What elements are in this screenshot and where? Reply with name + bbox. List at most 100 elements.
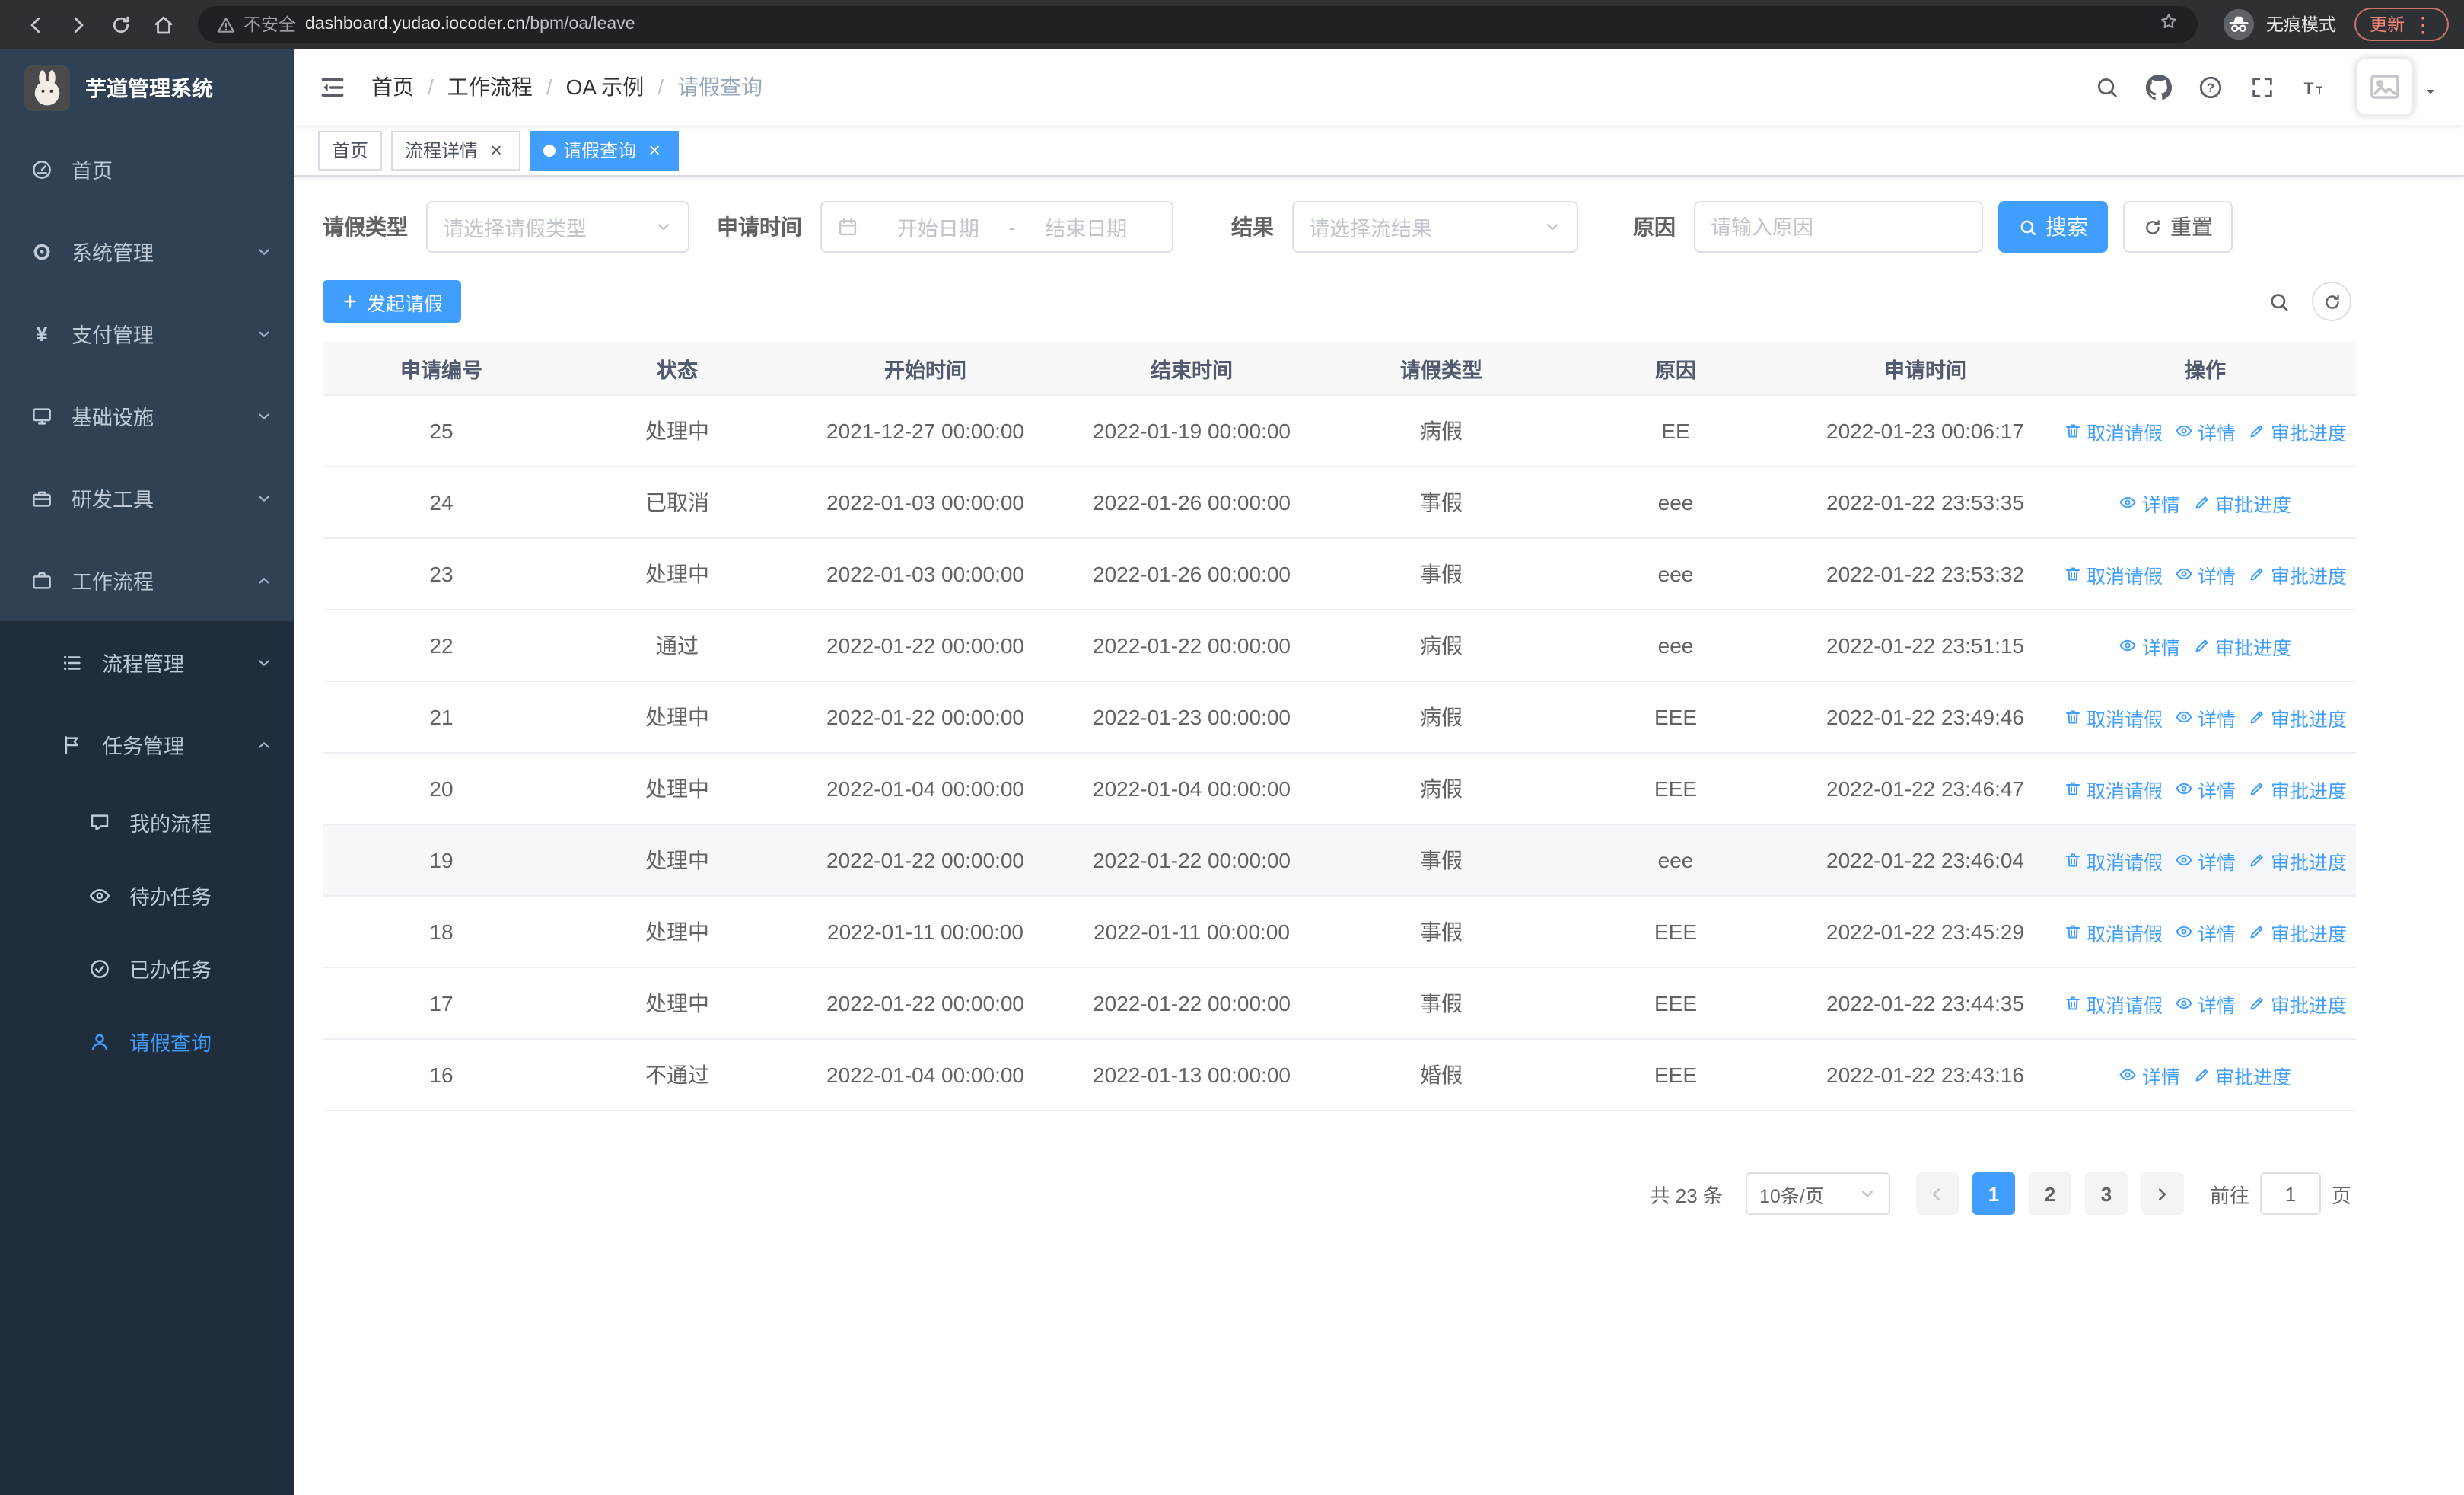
browser-update-button[interactable]: 更新 ⋮ (2354, 8, 2449, 41)
detail-link[interactable]: 详情 (2175, 846, 2236, 875)
toggle-search-button[interactable] (2268, 290, 2291, 313)
cell-apply_time: 2022-01-23 00:06:17 (1826, 419, 2024, 443)
detail-link[interactable]: 详情 (2175, 416, 2236, 445)
page-button-1[interactable]: 1 (1972, 1172, 2015, 1215)
sidebar-item-payment[interactable]: ¥ 支付管理 (0, 292, 294, 375)
action-label: 审批进度 (2271, 709, 2348, 730)
tab-process-detail[interactable]: 流程详情 × (391, 130, 521, 170)
sidebar-item-home[interactable]: 首页 (0, 128, 294, 210)
cancel-leave-link[interactable]: 取消请假 (2064, 846, 2163, 875)
cancel-leave-link[interactable]: 取消请假 (2064, 774, 2163, 803)
tag-views: 首页 流程详情 × 请假查询 × (294, 125, 2464, 177)
page-button-3[interactable]: 3 (2084, 1172, 2128, 1215)
row-actions: 取消请假 详情 审批进度 (2055, 703, 2356, 732)
leave-type-select[interactable]: 请选择请假类型 (426, 201, 689, 253)
detail-link[interactable]: 详情 (2175, 989, 2236, 1018)
browser-forward-button[interactable] (58, 5, 97, 44)
page-size-select[interactable]: 10条/页 (1745, 1172, 1890, 1215)
next-page-button[interactable] (2141, 1172, 2184, 1215)
search-button[interactable]: 搜索 (1998, 201, 2108, 253)
breadcrumb-item[interactable]: 工作流程 (447, 72, 533, 102)
hamburger-menu-button[interactable] (318, 72, 347, 101)
reset-button[interactable]: 重置 (2123, 201, 2233, 253)
result-select[interactable]: 请选择流结果 (1292, 201, 1578, 253)
detail-link[interactable]: 详情 (2119, 631, 2180, 660)
audit-progress-link[interactable]: 审批进度 (2248, 989, 2347, 1018)
kebab-menu-icon: ⋮ (2412, 11, 2434, 36)
cancel-leave-link[interactable]: 取消请假 (2064, 559, 2163, 588)
audit-progress-link[interactable]: 审批进度 (2248, 416, 2347, 445)
cell-id: 21 (429, 705, 454, 729)
sidebar-item-my-process[interactable]: 我的流程 (0, 786, 294, 859)
reason-input[interactable] (1694, 201, 1983, 253)
create-leave-button[interactable]: 发起请假 (323, 280, 462, 323)
sidebar-item-done-tasks[interactable]: 已办任务 (0, 932, 294, 1005)
security-indicator[interactable]: 不安全 (216, 12, 296, 37)
tab-home[interactable]: 首页 (318, 130, 383, 170)
audit-progress-link[interactable]: 审批进度 (2248, 559, 2347, 588)
sidebar-item-workflow[interactable]: 工作流程 (0, 539, 294, 621)
detail-link[interactable]: 详情 (2175, 559, 2236, 588)
font-size-icon[interactable]: TT (2301, 74, 2327, 100)
apply-time-range-picker[interactable]: 开始日期 - 结束日期 (820, 201, 1173, 253)
cell-start: 2022-01-22 00:00:00 (826, 633, 1024, 658)
user-menu[interactable] (2356, 58, 2440, 116)
cancel-leave-link[interactable]: 取消请假 (2064, 703, 2163, 732)
cancel-leave-link[interactable]: 取消请假 (2064, 989, 2163, 1018)
audit-progress-link[interactable]: 审批进度 (2248, 703, 2347, 732)
breadcrumb-item[interactable]: OA 示例 (566, 72, 645, 102)
broken-image-icon (2367, 69, 2403, 105)
refresh-icon (2322, 292, 2341, 311)
cancel-leave-link[interactable]: 取消请假 (2064, 917, 2163, 946)
audit-progress-link[interactable]: 审批进度 (2248, 917, 2347, 946)
detail-link[interactable]: 详情 (2175, 703, 2236, 732)
sidebar-item-todo-tasks[interactable]: 待办任务 (0, 859, 294, 932)
cell-start: 2022-01-04 00:00:00 (826, 776, 1024, 801)
detail-link[interactable]: 详情 (2175, 917, 2236, 946)
reload-icon (109, 13, 132, 36)
sidebar-item-process-mgmt[interactable]: 流程管理 (0, 621, 294, 703)
fullscreen-icon[interactable] (2249, 74, 2275, 100)
close-icon[interactable]: × (485, 139, 507, 161)
audit-progress-link[interactable]: 审批进度 (2192, 631, 2291, 660)
browser-home-button[interactable] (143, 5, 183, 44)
detail-link[interactable]: 详情 (2119, 1060, 2180, 1089)
close-icon[interactable]: × (644, 139, 665, 161)
audit-progress-link[interactable]: 审批进度 (2248, 774, 2347, 803)
detail-link[interactable]: 详情 (2175, 774, 2236, 803)
sidebar-item-infra[interactable]: 基础设施 (0, 375, 294, 457)
breadcrumb-item[interactable]: 首页 (371, 72, 414, 102)
cell-end: 2022-01-13 00:00:00 (1093, 1063, 1291, 1087)
bookmark-star-button[interactable] (2158, 10, 2179, 39)
action-label: 详情 (2197, 566, 2236, 587)
cell-end: 2022-01-23 00:00:00 (1093, 705, 1291, 729)
caret-down-icon (2421, 82, 2440, 100)
sidebar-item-devtools[interactable]: 研发工具 (0, 457, 294, 539)
browser-reload-button[interactable] (100, 5, 140, 44)
chevron-down-icon (256, 489, 272, 506)
sidebar-item-leave-query[interactable]: 请假查询 (0, 1005, 294, 1078)
audit-progress-link[interactable]: 审批进度 (2248, 846, 2347, 875)
goto-page-input[interactable] (2259, 1172, 2321, 1215)
page-button-2[interactable]: 2 (2028, 1172, 2071, 1215)
sidebar-item-system[interactable]: 系统管理 (0, 210, 294, 292)
github-icon[interactable] (2146, 74, 2172, 100)
prev-page-button[interactable] (1915, 1172, 1959, 1215)
sidebar-item-task-mgmt[interactable]: 任务管理 (0, 703, 294, 786)
app-logo[interactable]: 芋道管理系统 (0, 49, 294, 128)
refresh-table-button[interactable] (2312, 282, 2351, 321)
detail-link[interactable]: 详情 (2119, 488, 2180, 517)
row-actions: 详情 审批进度 (2055, 1060, 2356, 1089)
browser-back-button[interactable] (15, 5, 55, 44)
address-bar[interactable]: 不安全 dashboard.yudao.iocoder.cn/bpm/oa/le… (198, 6, 2198, 43)
cancel-leave-link[interactable]: 取消请假 (2064, 416, 2163, 445)
cell-type: 事假 (1420, 848, 1463, 872)
audit-progress-link[interactable]: 审批进度 (2192, 488, 2291, 517)
header-search-button[interactable] (2094, 74, 2120, 100)
page-unit-label: 页 (2331, 1184, 2351, 1207)
action-label: 审批进度 (2271, 923, 2348, 945)
help-icon[interactable]: ? (2198, 74, 2224, 100)
tab-leave-query[interactable]: 请假查询 × (530, 130, 680, 170)
tab-label: 请假查询 (563, 140, 637, 161)
audit-progress-link[interactable]: 审批进度 (2192, 1060, 2291, 1089)
